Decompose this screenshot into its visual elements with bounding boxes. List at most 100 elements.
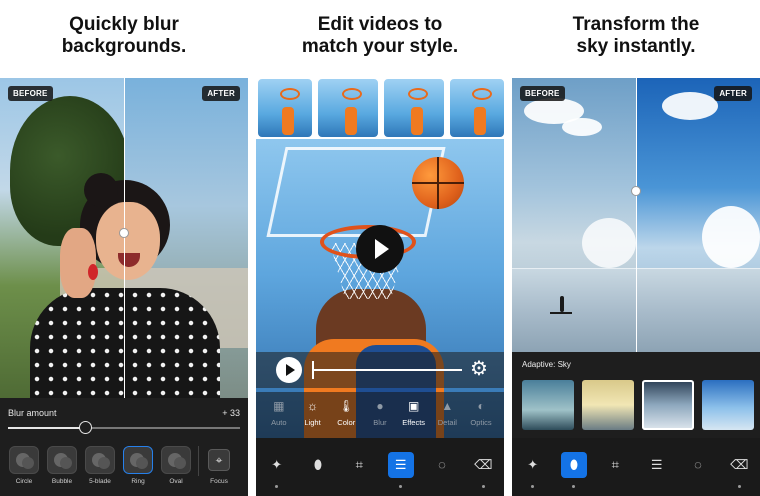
compare-divider[interactable] [124, 78, 125, 398]
hand [60, 228, 96, 298]
earring [88, 264, 98, 280]
tool-optics[interactable]: ◐ Optics [466, 398, 496, 427]
video-thumbnail[interactable] [448, 77, 504, 139]
blur-slider-fill [8, 427, 85, 429]
eraser-pill-icon[interactable]: ⬮ [560, 452, 587, 488]
bokeh-option[interactable]: Bubble [46, 446, 78, 492]
bokeh-option-label: Bubble [51, 478, 73, 485]
panel-blur-backgrounds: Quickly blur backgrounds. BEFORE AFTER B… [0, 0, 248, 496]
bokeh-option[interactable]: Circle [8, 446, 40, 492]
playhead[interactable] [312, 361, 314, 379]
compare-divider[interactable] [636, 78, 637, 352]
play-button[interactable] [276, 357, 302, 383]
sky-presets [522, 380, 760, 430]
sun-icon: ☼ [307, 399, 319, 413]
drop-icon: ● [376, 399, 384, 413]
blur-controls: Blur amount + 33 Circle Bubble 5-blade Ring… [0, 398, 248, 496]
face [96, 202, 160, 280]
tool-label: Effects [402, 418, 426, 427]
magic-wand-icon[interactable]: ✦ [520, 452, 546, 488]
bokeh-option[interactable]: 5-blade [84, 446, 116, 492]
focus-label: Focus [210, 478, 228, 485]
tool-light[interactable]: ☼ Light [298, 398, 328, 427]
bokeh-option-label: Oval [169, 478, 183, 485]
paddleboard [550, 312, 572, 314]
eraser-icon[interactable]: ⌫ [726, 452, 752, 488]
video-scrubber: ⚙ [256, 352, 504, 388]
play-icon[interactable] [356, 225, 404, 273]
lens-icon: ◐ [477, 399, 485, 413]
separator [198, 446, 199, 476]
bokeh-swatch [47, 446, 77, 474]
tool-label: Auto [271, 418, 287, 427]
headline-line-1: Quickly blur [69, 14, 179, 35]
blur-amount-label: Blur amount [8, 408, 57, 418]
radial-icon[interactable]: ◌ [429, 452, 455, 478]
tool-label: Blur [373, 418, 387, 427]
before-badge: BEFORE [8, 86, 53, 101]
eraser-icon[interactable]: ⌫ [470, 452, 496, 488]
bokeh-option-label: 5-blade [89, 478, 111, 485]
bottom-toolbar: ✦ ⬮ ⌗ ☰ ◌ ⌫ [256, 438, 504, 496]
sliders-icon[interactable]: ☰ [644, 452, 670, 478]
bokeh-options: Circle Bubble 5-blade Ring Oval ⌖ Focus [8, 446, 240, 492]
sky-preset[interactable] [582, 380, 634, 430]
video-thumbnail[interactable] [256, 77, 314, 139]
headline-line-2: match your style. [301, 36, 459, 57]
basketball [412, 157, 464, 209]
tool-label: Detail [437, 418, 457, 427]
before-after-photo[interactable]: BEFORE AFTER [0, 78, 248, 398]
blur-amount-value: + 33 [222, 408, 240, 418]
timeline-track[interactable] [312, 369, 462, 371]
tool-effects[interactable]: ▣ Effects [399, 398, 429, 427]
bokeh-option[interactable]: Ring [122, 446, 154, 492]
sky-presets-panel: Adaptive: Sky [512, 352, 760, 438]
eraser-pill-icon[interactable]: ⬮ [305, 452, 331, 478]
focus-button[interactable]: ⌖ Focus [205, 446, 233, 492]
edit-tools: ▦ Auto ☼ Light 🌡 Color ● Blur ▣ Effects ▲ Detail ◐ Op… [256, 392, 504, 438]
video-thumbnail[interactable] [316, 77, 380, 139]
sky-preset[interactable] [702, 380, 754, 430]
headline: Quickly blur backgrounds. [0, 14, 248, 58]
sky-preset-selected[interactable] [642, 380, 694, 430]
panel-transform-sky: Transform the sky instantly. BEFORE AFTE… [512, 0, 760, 496]
panel-edit-videos: Edit videos to match your style. ⚙ ▦ Auto… [256, 0, 504, 496]
tool-detail[interactable]: ▲ Detail [432, 398, 462, 427]
bottom-toolbar: ✦ ⬮ ⌗ ☰ ◌ ⌫ [512, 438, 760, 496]
gear-icon[interactable]: ⚙ [470, 358, 488, 380]
crop-icon[interactable]: ⌗ [346, 452, 372, 478]
blur-slider-track[interactable] [8, 427, 240, 429]
headline-line-1: Transform the [572, 14, 700, 35]
headline-line-2: backgrounds. [61, 36, 187, 57]
magic-wand-icon[interactable]: ✦ [264, 452, 290, 488]
triangle-icon: ▲ [441, 399, 454, 413]
hair-bun [84, 173, 118, 207]
radial-icon[interactable]: ◌ [685, 452, 711, 478]
sky-preset[interactable] [522, 380, 574, 430]
focus-frame-icon: ⌖ [208, 449, 230, 471]
adaptive-sky-label: Adaptive: Sky [522, 360, 571, 369]
tool-blur[interactable]: ● Blur [365, 398, 395, 427]
cloud [562, 118, 602, 136]
cloud [702, 206, 760, 268]
crop-icon[interactable]: ⌗ [602, 452, 628, 478]
compare-handle[interactable] [119, 228, 129, 238]
auto-icon: ▦ [273, 399, 285, 413]
bokeh-option-label: Circle [15, 478, 33, 485]
headline-line-1: Edit videos to [317, 14, 443, 35]
headline: Edit videos to match your style. [256, 14, 504, 58]
video-thumbnail[interactable] [382, 77, 446, 139]
before-after-photo[interactable]: BEFORE AFTER [512, 78, 760, 352]
bokeh-swatch [161, 446, 191, 474]
after-badge: AFTER [714, 86, 752, 101]
polka-dot-shirt [30, 288, 220, 398]
tool-color[interactable]: 🌡 Color [331, 398, 361, 427]
sliders-icon[interactable]: ☰ [387, 452, 414, 488]
bokeh-option[interactable]: Oval [160, 446, 192, 492]
compare-handle[interactable] [631, 186, 641, 196]
paddleboarder [560, 296, 564, 312]
blur-slider-knob[interactable] [78, 421, 92, 434]
before-badge: BEFORE [520, 86, 565, 101]
cloud [662, 92, 718, 120]
tool-auto[interactable]: ▦ Auto [264, 398, 294, 427]
